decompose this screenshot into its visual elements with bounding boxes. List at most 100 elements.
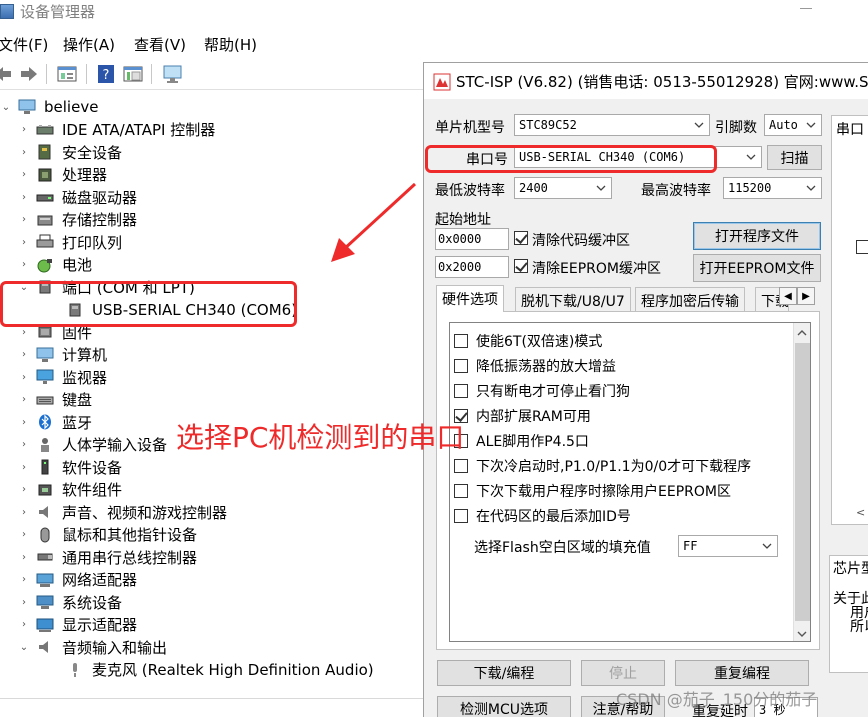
menu-file[interactable]: 文件(F) (0, 34, 48, 55)
chevron-right-icon[interactable]: › (18, 214, 30, 225)
option-checkbox[interactable] (454, 384, 468, 398)
chevron-right-icon[interactable]: › (18, 259, 30, 270)
clear-eeprom-checkbox[interactable] (514, 259, 528, 273)
properties-icon[interactable] (56, 63, 78, 85)
menu-action[interactable]: 操作(A) (63, 34, 115, 55)
stop-button[interactable]: 停止 (581, 660, 665, 686)
tree-item[interactable]: › 鼠标和其他指针设备 (18, 524, 197, 546)
menu-help[interactable]: 帮助(H) (204, 34, 257, 55)
chevron-right-icon[interactable]: › (18, 439, 30, 450)
option-checkbox[interactable] (454, 459, 468, 473)
tree-item[interactable]: ⌄ 音频输入和输出 (18, 636, 167, 658)
scroll-down-icon[interactable] (797, 627, 807, 643)
option-checkbox[interactable] (454, 359, 468, 373)
max-baud-select[interactable]: 115200 (723, 177, 822, 199)
tree-item[interactable]: › 打印队列 (18, 231, 122, 253)
check-mcu-options-button[interactable]: 检测MCU选项 (437, 696, 571, 717)
scan-button[interactable]: 扫描 (767, 145, 822, 170)
tab-encrypted-transfer[interactable]: 程序加密后传输 (635, 287, 745, 311)
chevron-right-icon[interactable]: › (18, 619, 30, 630)
pin-count-value: Auto (769, 118, 798, 132)
scrollbar-thumb[interactable] (795, 343, 810, 621)
hardware-option[interactable]: 内部扩展RAM可用 (454, 406, 591, 426)
chevron-down-icon[interactable]: ⌄ (18, 642, 30, 653)
tree-item[interactable]: › 软件设备 (18, 456, 122, 478)
tab-offline-download[interactable]: 脱机下载/U8/U7 (515, 287, 631, 311)
tree-item[interactable]: 麦克风 (Realtek High Definition Audio) (66, 659, 374, 681)
tree-item[interactable]: › 键盘 (18, 389, 92, 411)
tree-item[interactable]: › 电池 (18, 254, 92, 276)
open-program-file-button[interactable]: 打开程序文件 (693, 222, 821, 250)
menu-view[interactable]: 查看(V) (134, 34, 186, 55)
tree-item[interactable]: › IDE ATA/ATAPI 控制器 (18, 119, 215, 141)
serial-panel-checkbox[interactable] (856, 240, 868, 254)
chevron-right-icon[interactable]: › (18, 529, 30, 540)
tree-item[interactable]: ⌄ believe (0, 96, 99, 118)
tree-item[interactable]: › 系统设备 (18, 591, 122, 613)
chevron-right-icon[interactable]: › (18, 552, 30, 563)
chevron-right-icon[interactable]: › (18, 484, 30, 495)
chevron-right-icon[interactable]: › (18, 394, 30, 405)
forward-arrow-icon[interactable] (18, 63, 40, 85)
tree-item[interactable]: › 磁盘驱动器 (18, 186, 137, 208)
flash-fill-select[interactable]: FF (678, 535, 778, 557)
help-icon[interactable]: ? (95, 63, 117, 85)
clear-code-checkbox[interactable] (514, 231, 528, 245)
tree-item[interactable]: › 监视器 (18, 366, 107, 388)
hardware-option[interactable]: 使能6T(双倍速)模式 (454, 331, 602, 351)
tree-item[interactable]: › 显示适配器 (18, 614, 137, 636)
repeat-program-button[interactable]: 重复编程 (675, 660, 809, 686)
tree-item[interactable]: › 蓝牙 (18, 411, 92, 433)
hardware-option[interactable]: 下次冷启动时,P1.0/P1.1为0/0才可下载程序 (454, 456, 751, 476)
tab-scroll-right-icon[interactable]: ▶ (797, 287, 815, 305)
chevron-right-icon[interactable]: › (18, 574, 30, 585)
mcu-type-select[interactable]: STC89C52 (514, 114, 710, 136)
view-icon[interactable] (122, 63, 144, 85)
tree-item[interactable]: › 通用串行总线控制器 (18, 546, 197, 568)
back-arrow-icon[interactable] (0, 63, 14, 85)
hardware-option[interactable]: 降低振荡器的放大增益 (454, 356, 616, 376)
tree-item[interactable]: › 软件组件 (18, 479, 122, 501)
hardware-option[interactable]: 下次下载用户程序时擦除用户EEPROM区 (454, 481, 731, 501)
scroll-up-icon[interactable] (797, 326, 807, 342)
tree-item[interactable]: › 人体学输入设备 (18, 434, 167, 456)
hardware-option[interactable]: 在代码区的最后添加ID号 (454, 506, 631, 526)
download-program-button[interactable]: 下载/编程 (437, 660, 571, 686)
tree-item[interactable]: › 安全设备 (18, 141, 122, 163)
option-checkbox[interactable] (454, 334, 468, 348)
min-baud-select[interactable]: 2400 (514, 177, 612, 199)
chevron-right-icon[interactable]: › (18, 169, 30, 180)
scroll-left-icon[interactable]: < (856, 506, 865, 519)
chevron-right-icon[interactable]: › (18, 349, 30, 360)
tab-serial[interactable]: 串口 (836, 119, 864, 139)
tree-item[interactable]: › 处理器 (18, 164, 107, 186)
tree-item[interactable]: › 声音、视频和游戏控制器 (18, 501, 227, 523)
tree-item[interactable]: › 存储控制器 (18, 209, 137, 231)
chevron-right-icon[interactable]: › (18, 327, 30, 338)
chevron-right-icon[interactable]: › (18, 417, 30, 428)
minimize-icon[interactable] (800, 8, 812, 9)
eeprom-address-input[interactable]: 0x2000 (435, 256, 509, 278)
pin-count-select[interactable]: Auto (764, 114, 822, 136)
option-checkbox[interactable] (454, 484, 468, 498)
chevron-right-icon[interactable]: › (18, 237, 30, 248)
code-address-input[interactable]: 0x0000 (435, 228, 509, 250)
tab-hardware-options[interactable]: 硬件选项 (436, 285, 504, 312)
open-eeprom-file-button[interactable]: 打开EEPROM文件 (693, 254, 821, 282)
tree-item[interactable]: › 计算机 (18, 344, 107, 366)
options-scrollbar[interactable] (793, 323, 810, 641)
chevron-right-icon[interactable]: › (18, 507, 30, 518)
chevron-right-icon[interactable]: › (18, 372, 30, 383)
hardware-option[interactable]: ALE脚用作P4.5口 (454, 431, 589, 451)
chevron-right-icon[interactable]: › (18, 147, 30, 158)
option-checkbox[interactable] (454, 509, 468, 523)
chevron-right-icon[interactable]: › (18, 597, 30, 608)
chevron-right-icon[interactable]: › (18, 124, 30, 135)
chevron-right-icon[interactable]: › (18, 192, 30, 203)
chevron-right-icon[interactable]: › (18, 462, 30, 473)
hardware-option[interactable]: 只有断电才可停止看门狗 (454, 381, 630, 401)
tree-item[interactable]: › 网络适配器 (18, 569, 137, 591)
scan-hardware-icon[interactable] (162, 63, 184, 85)
chevron-down-icon[interactable]: ⌄ (0, 102, 12, 113)
tab-scroll-left-icon[interactable]: ◀ (779, 287, 797, 305)
